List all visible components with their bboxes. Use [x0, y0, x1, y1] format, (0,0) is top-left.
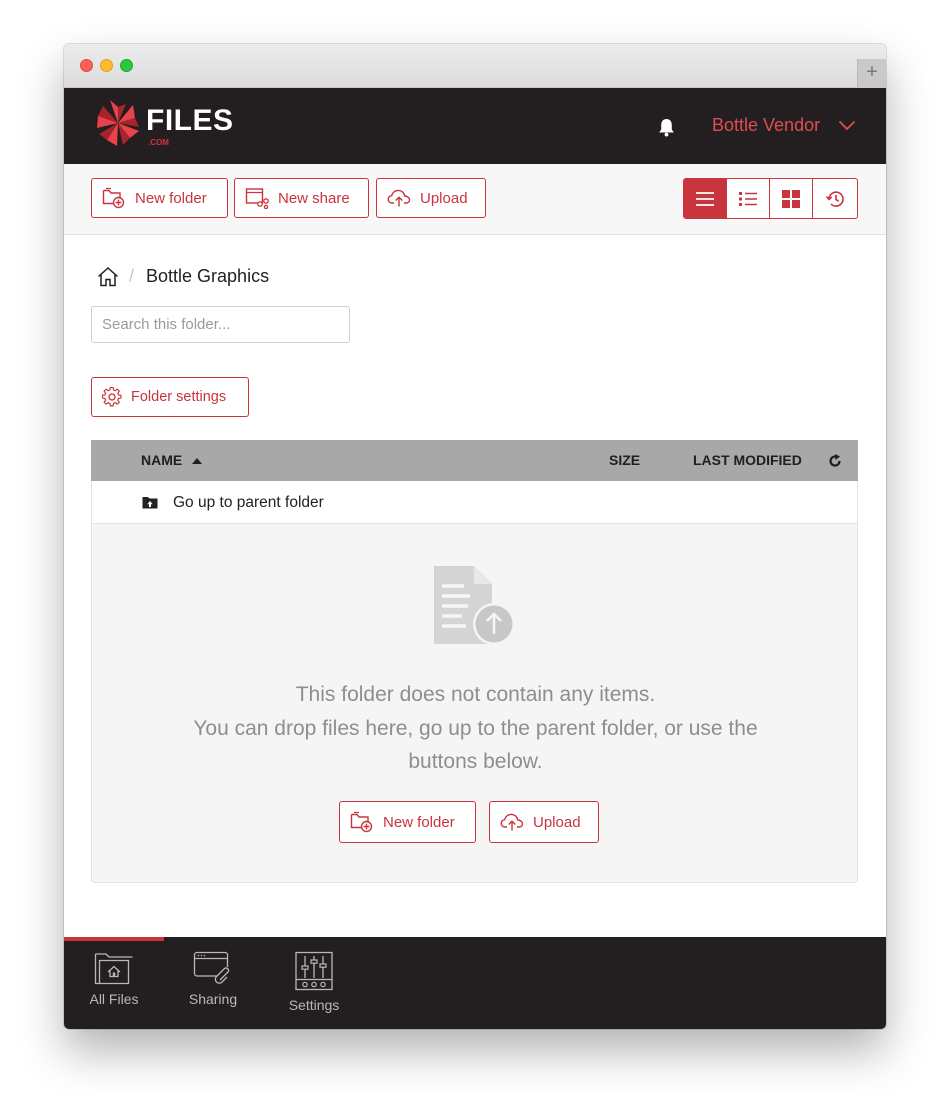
bottom-nav: All Files Sharing Settings	[64, 937, 886, 1029]
empty-upload-button[interactable]: Upload	[489, 801, 599, 843]
upload-label: Upload	[420, 189, 468, 207]
empty-state-message: This folder does not contain any items. …	[92, 678, 859, 779]
minimize-window-button[interactable]	[100, 59, 113, 72]
empty-state: This folder does not contain any items. …	[91, 524, 858, 883]
empty-upload-label: Upload	[533, 813, 581, 831]
home-icon[interactable]	[97, 266, 119, 287]
brand-name: FILES	[146, 104, 234, 137]
search-input[interactable]	[91, 306, 350, 343]
nav-sharing-label: Sharing	[188, 991, 238, 1007]
app-window: + FILES .COM Bottle Vendor New folder Ne…	[64, 44, 886, 1029]
last-modified-column-header[interactable]: LAST MODIFIED	[693, 452, 802, 468]
sort-ascending-icon	[192, 458, 203, 464]
list-view-button[interactable]	[684, 179, 727, 218]
size-column-header[interactable]: SIZE	[609, 452, 640, 468]
close-window-button[interactable]	[80, 59, 93, 72]
new-share-label: New share	[278, 189, 350, 207]
folder-add-icon	[102, 187, 125, 209]
history-view-button[interactable]	[813, 179, 856, 218]
chevron-down-icon[interactable]	[838, 120, 856, 131]
nav-settings-label: Settings	[288, 997, 340, 1013]
files-logo-icon	[97, 100, 139, 146]
home-folder-icon	[94, 953, 133, 985]
new-folder-label: New folder	[135, 189, 207, 207]
new-share-button[interactable]: New share	[234, 178, 369, 218]
active-tab-indicator	[64, 937, 164, 941]
breadcrumb-current: Bottle Graphics	[146, 266, 270, 286]
folder-add-icon	[350, 811, 373, 833]
brand-suffix: .COM	[148, 138, 169, 147]
file-upload-icon	[434, 566, 515, 645]
breadcrumb-separator: /	[129, 266, 135, 286]
detail-view-button[interactable]	[727, 179, 770, 218]
empty-state-line-3: buttons below.	[408, 750, 543, 773]
empty-state-line-1: This folder does not contain any items.	[295, 683, 656, 706]
share-link-icon	[245, 188, 269, 209]
list-view-icon	[696, 191, 714, 206]
table-header: NAME SIZE LAST MODIFIED	[91, 440, 858, 481]
upload-button[interactable]: Upload	[376, 178, 486, 218]
nav-settings[interactable]: Settings	[279, 951, 349, 1013]
new-folder-button[interactable]: New folder	[91, 178, 228, 218]
sliders-icon	[295, 951, 333, 991]
share-window-icon	[193, 951, 230, 984]
name-column-label: NAME	[141, 452, 183, 468]
new-tab-button[interactable]: +	[857, 59, 886, 88]
detail-list-icon	[739, 191, 757, 206]
nav-all-files-label: All Files	[89, 991, 139, 1007]
parent-folder-label: Go up to parent folder	[173, 494, 324, 511]
empty-new-folder-label: New folder	[383, 813, 455, 831]
folder-settings-label: Folder settings	[131, 389, 227, 405]
nav-sharing[interactable]: Sharing	[178, 951, 248, 1007]
folder-up-icon	[142, 497, 158, 509]
grid-view-button[interactable]	[770, 179, 813, 218]
folder-settings-button[interactable]: Folder settings	[91, 377, 249, 417]
cloud-upload-icon	[500, 813, 524, 831]
toolbar: New folder New share Upload	[64, 164, 886, 235]
zoom-window-button[interactable]	[120, 59, 133, 72]
cloud-upload-icon	[387, 189, 411, 207]
nav-all-files[interactable]: All Files	[79, 951, 149, 1007]
parent-folder-row[interactable]: Go up to parent folder	[91, 481, 858, 524]
window-titlebar: +	[64, 44, 886, 88]
refresh-icon[interactable]	[828, 454, 842, 468]
empty-new-folder-button[interactable]: New folder	[339, 801, 476, 843]
view-mode-group	[683, 178, 858, 219]
grid-view-icon	[782, 189, 800, 208]
user-menu[interactable]: Bottle Vendor	[712, 115, 820, 136]
empty-state-line-2: You can drop files here, go up to the pa…	[193, 716, 758, 740]
breadcrumb: / Bottle Graphics	[97, 266, 269, 287]
name-column-header[interactable]: NAME	[141, 452, 203, 468]
bell-icon[interactable]	[658, 118, 675, 137]
top-bar: FILES .COM Bottle Vendor	[64, 88, 886, 164]
history-icon	[825, 190, 844, 207]
gear-icon	[102, 387, 122, 407]
